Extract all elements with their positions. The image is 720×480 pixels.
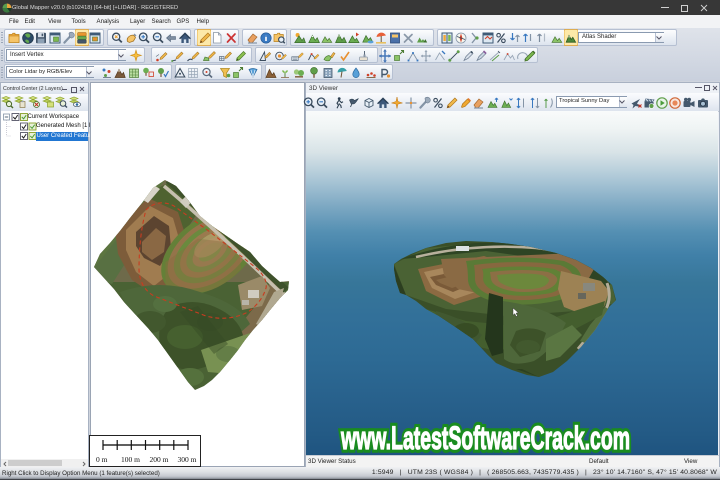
svg-text:www.LatestSoftwareCrack.com: www.LatestSoftwareCrack.com <box>340 420 630 455</box>
